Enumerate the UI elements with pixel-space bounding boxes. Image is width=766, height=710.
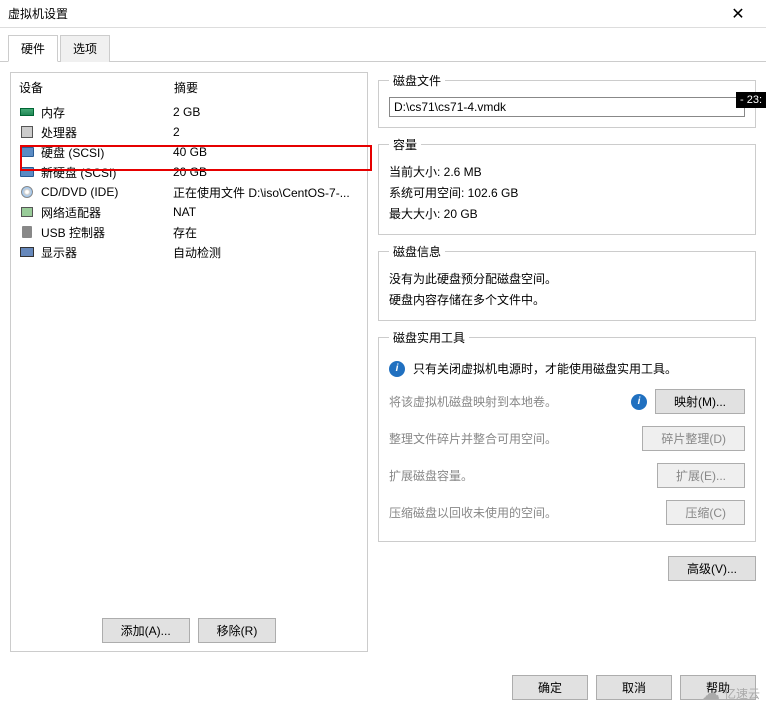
capacity-current: 当前大小: 2.6 MB — [389, 161, 745, 182]
tools-legend: 磁盘实用工具 — [389, 329, 469, 346]
cancel-button[interactable]: 取消 — [596, 675, 672, 700]
device-row-display[interactable]: 显示器 自动检测 — [11, 242, 367, 262]
tool-expand-desc: 扩展磁盘容量。 — [389, 467, 649, 484]
capacity-group: 容量 当前大小: 2.6 MB 系统可用空间: 102.6 GB 最大大小: 2… — [378, 136, 756, 235]
header-device: 设备 — [19, 79, 174, 96]
tool-expand-row: 扩展磁盘容量。 扩展(E)... — [389, 457, 745, 494]
add-button[interactable]: 添加(A)... — [102, 618, 190, 643]
device-summary: 40 GB — [173, 145, 359, 159]
device-name: 处理器 — [41, 124, 173, 141]
device-summary: 20 GB — [173, 165, 359, 179]
ok-button[interactable]: 确定 — [512, 675, 588, 700]
window-title: 虚拟机设置 — [8, 5, 718, 22]
device-summary: 自动检测 — [173, 244, 359, 261]
diskinfo-legend: 磁盘信息 — [389, 243, 445, 260]
cd-icon — [19, 185, 35, 199]
details-panel: 磁盘文件 容量 当前大小: 2.6 MB 系统可用空间: 102.6 GB 最大… — [378, 72, 756, 652]
device-name: 网络适配器 — [41, 204, 173, 221]
device-row-usb[interactable]: USB 控制器 存在 — [11, 222, 367, 242]
remove-button[interactable]: 移除(R) — [198, 618, 277, 643]
device-summary: 存在 — [173, 224, 359, 241]
tools-warning-row: i 只有关闭虚拟机电源时，才能使用磁盘实用工具。 — [389, 354, 745, 383]
monitor-icon — [19, 245, 35, 259]
tab-hardware[interactable]: 硬件 — [8, 35, 58, 62]
tools-group: 磁盘实用工具 i 只有关闭虚拟机电源时，才能使用磁盘实用工具。 将该虚拟机磁盘映… — [378, 329, 756, 542]
device-summary: 正在使用文件 D:\iso\CentOS-7-... — [173, 184, 359, 201]
tool-defrag-desc: 整理文件碎片并整合可用空间。 — [389, 430, 634, 447]
device-name: 新硬盘 (SCSI) — [41, 164, 173, 181]
device-row-cddvd[interactable]: CD/DVD (IDE) 正在使用文件 D:\iso\CentOS-7-... — [11, 182, 367, 202]
device-row-newdisk[interactable]: 新硬盘 (SCSI) 20 GB — [11, 162, 367, 182]
tool-map-row: 将该虚拟机磁盘映射到本地卷。 i 映射(M)... — [389, 383, 745, 420]
background-time: - 23: — [736, 92, 766, 108]
header-summary: 摘要 — [174, 79, 359, 96]
device-name: 内存 — [41, 104, 173, 121]
help-button[interactable]: 帮助 — [680, 675, 756, 700]
device-summary: 2 GB — [173, 105, 359, 119]
device-name: USB 控制器 — [41, 224, 173, 241]
disk-icon — [19, 145, 35, 159]
device-row-disk[interactable]: 硬盘 (SCSI) 40 GB — [11, 142, 367, 162]
device-row-cpu[interactable]: 处理器 2 — [11, 122, 367, 142]
tool-compact-row: 压缩磁盘以回收未使用的空间。 压缩(C) — [389, 494, 745, 531]
memory-icon — [19, 105, 35, 119]
tool-defrag-row: 整理文件碎片并整合可用空间。 碎片整理(D) — [389, 420, 745, 457]
device-panel: 设备 摘要 内存 2 GB 处理器 2 硬盘 (SCSI) 40 GB 新硬盘 … — [10, 72, 368, 652]
device-summary: 2 — [173, 125, 359, 139]
info-icon: i — [389, 361, 405, 377]
device-summary: NAT — [173, 205, 359, 219]
device-buttons: 添加(A)... 移除(R) — [11, 610, 367, 651]
diskfile-group: 磁盘文件 — [378, 72, 756, 128]
cpu-icon — [19, 125, 35, 139]
device-name: CD/DVD (IDE) — [41, 185, 173, 199]
device-list: 内存 2 GB 处理器 2 硬盘 (SCSI) 40 GB 新硬盘 (SCSI)… — [11, 102, 367, 610]
device-name: 硬盘 (SCSI) — [41, 144, 173, 161]
disk-icon — [19, 165, 35, 179]
device-name: 显示器 — [41, 244, 173, 261]
title-bar: 虚拟机设置 ✕ — [0, 0, 766, 28]
diskinfo-group: 磁盘信息 没有为此硬盘预分配磁盘空间。 硬盘内容存储在多个文件中。 — [378, 243, 756, 321]
map-button[interactable]: 映射(M)... — [655, 389, 745, 414]
capacity-legend: 容量 — [389, 136, 421, 153]
advanced-row: 高级(V)... — [378, 550, 756, 587]
compact-button[interactable]: 压缩(C) — [666, 500, 745, 525]
capacity-max: 最大大小: 20 GB — [389, 203, 745, 224]
device-row-memory[interactable]: 内存 2 GB — [11, 102, 367, 122]
tab-strip: 硬件 选项 — [0, 28, 766, 62]
diskfile-legend: 磁盘文件 — [389, 72, 445, 89]
dialog-buttons: 确定 取消 帮助 — [512, 675, 756, 700]
diskinfo-line1: 没有为此硬盘预分配磁盘空间。 — [389, 268, 745, 289]
device-header: 设备 摘要 — [11, 73, 367, 102]
tool-compact-desc: 压缩磁盘以回收未使用的空间。 — [389, 504, 658, 521]
diskfile-input[interactable] — [389, 97, 745, 117]
close-button[interactable]: ✕ — [718, 4, 758, 24]
tools-warning: 只有关闭虚拟机电源时，才能使用磁盘实用工具。 — [413, 360, 745, 377]
usb-icon — [19, 225, 35, 239]
defrag-button[interactable]: 碎片整理(D) — [642, 426, 745, 451]
device-row-network[interactable]: 网络适配器 NAT — [11, 202, 367, 222]
content-area: 设备 摘要 内存 2 GB 处理器 2 硬盘 (SCSI) 40 GB 新硬盘 … — [0, 62, 766, 662]
expand-button[interactable]: 扩展(E)... — [657, 463, 745, 488]
advanced-button[interactable]: 高级(V)... — [668, 556, 756, 581]
network-icon — [19, 205, 35, 219]
tab-options[interactable]: 选项 — [60, 35, 110, 62]
info-icon[interactable]: i — [631, 394, 647, 410]
tool-map-desc: 将该虚拟机磁盘映射到本地卷。 — [389, 393, 623, 410]
diskinfo-line2: 硬盘内容存储在多个文件中。 — [389, 289, 745, 310]
capacity-free: 系统可用空间: 102.6 GB — [389, 182, 745, 203]
